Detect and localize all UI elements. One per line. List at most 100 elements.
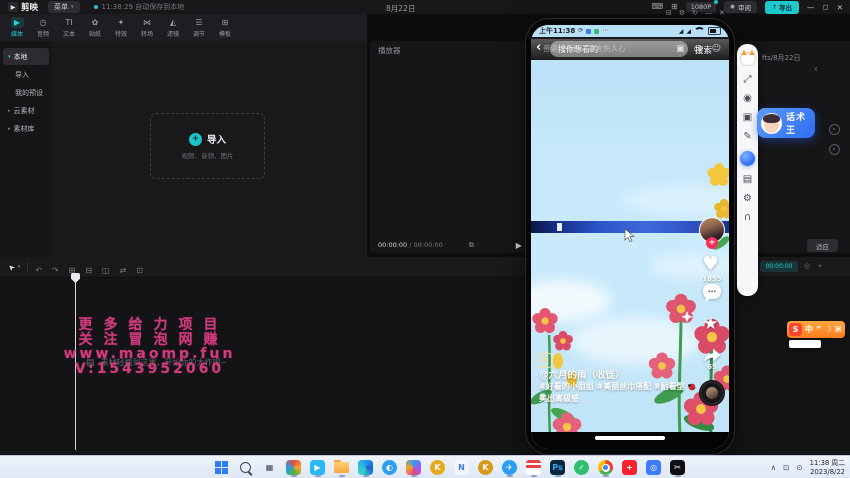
support-icon[interactable]: ∩ <box>744 213 751 223</box>
ime-toolbar[interactable]: S 中”☽⌘ <box>787 321 845 338</box>
like-icon[interactable]: ♥ <box>702 253 719 275</box>
edge-browser[interactable] <box>357 458 374 477</box>
pinwheel-app[interactable] <box>285 458 302 477</box>
timeline-tool-icon-6[interactable]: ⊡ <box>136 266 143 275</box>
maximize-button[interactable]: ▢ <box>823 3 829 11</box>
key-tool-2[interactable]: K <box>477 458 494 477</box>
assistant-button[interactable]: 话术王 <box>757 108 815 138</box>
close-button[interactable]: ✕ <box>837 3 843 12</box>
taskbar-clock[interactable]: 11:38 周二 2023/8/22 <box>810 459 845 476</box>
timeline-option-icon[interactable]: ◎ <box>804 262 810 270</box>
ribbon-tab-转场[interactable]: ⋈转场 <box>134 17 160 38</box>
follow-button[interactable]: + <box>706 237 718 249</box>
timeline-tool-icon-5[interactable]: ⇄ <box>120 266 127 275</box>
ribbon-tab-调节[interactable]: ☰调节 <box>186 17 212 38</box>
ime-icon-2[interactable]: ☽ <box>824 325 831 334</box>
dialog-circle-icon-2[interactable] <box>829 144 840 155</box>
ime-logo-icon[interactable]: S <box>789 323 802 336</box>
sidebar-item-我的预设[interactable]: 我的预设 <box>3 84 49 101</box>
music-disc[interactable] <box>699 380 725 406</box>
ribbon-tab-滤镜[interactable]: ◭滤镜 <box>160 17 186 38</box>
stripe-app[interactable] <box>525 458 542 477</box>
ribbon-tab-特效[interactable]: ✦特效 <box>108 17 134 38</box>
comment-icon[interactable]: ⋯ <box>703 284 721 299</box>
video-app[interactable]: ▶ <box>309 458 326 477</box>
running-indicator <box>339 475 345 477</box>
sidebar-item-本地[interactable]: ▾本地 <box>3 48 49 65</box>
tray-misc-icon[interactable]: ⊙ <box>796 463 802 472</box>
timeline-tool-icon-3[interactable]: ⊟ <box>85 266 92 275</box>
key-tool-1[interactable]: K <box>429 458 446 477</box>
record-icon[interactable]: ▣ <box>743 113 752 123</box>
ratio-icon[interactable]: ⧉ <box>469 241 474 250</box>
menu-button[interactable]: 菜单 ▾ <box>48 1 80 13</box>
blue-doc-app[interactable]: ◎ <box>645 458 662 477</box>
share-icon[interactable] <box>702 347 722 364</box>
timeline-option-icon-2[interactable]: ⌖ <box>818 262 822 271</box>
timeline-tool-icon-4[interactable]: ◫ <box>102 266 110 275</box>
dialog-circle-icon[interactable] <box>829 124 840 135</box>
settings-icon[interactable]: ⚙ <box>743 194 752 204</box>
screenshot-icon[interactable]: ◉ <box>743 94 752 104</box>
timeline-tool-icon-1[interactable]: ↷ <box>52 266 59 275</box>
sidebar-item-云素材[interactable]: ▸云素材 <box>3 102 49 119</box>
play-button[interactable]: ▶ <box>516 241 522 250</box>
select-tool-caret-icon[interactable]: ▾ <box>18 264 21 270</box>
favorite-icon[interactable]: ★ <box>703 314 718 334</box>
tab-label: 调节 <box>193 29 205 38</box>
home-indicator[interactable] <box>595 436 665 440</box>
n-app[interactable]: N <box>453 458 470 477</box>
red-plus-app[interactable]: + <box>621 458 638 477</box>
green-app[interactable]: ✓ <box>573 458 590 477</box>
ribbon-tab-音频[interactable]: ◷音频 <box>30 17 56 38</box>
import-dropzone[interactable]: + 导入 视频、音频、图片 <box>150 113 265 179</box>
red-plus-app-icon: + <box>622 460 637 475</box>
sidebar-item-导入[interactable]: 导入 <box>3 66 49 83</box>
timeline-tool-icon-0[interactable]: ↶ <box>35 266 42 275</box>
fullscreen-icon[interactable]: ⤢ <box>744 75 752 85</box>
chat-app[interactable]: ✈ <box>501 458 518 477</box>
minimize-button[interactable]: — <box>807 3 815 12</box>
search-button[interactable] <box>237 458 254 477</box>
ribbon-tab-文本[interactable]: TI文本 <box>56 17 82 38</box>
task-view-button[interactable]: ▦ <box>261 458 278 477</box>
ime-icon-0[interactable]: 中 <box>805 324 813 335</box>
ime-icon-1[interactable]: ” <box>816 325 821 334</box>
n-app-icon: N <box>454 460 469 475</box>
export-button[interactable]: ↑ 导出 <box>765 1 799 14</box>
photoshop[interactable]: Ps <box>549 458 566 477</box>
file-explorer[interactable] <box>333 458 350 477</box>
blue-doc-app-icon: ◎ <box>646 460 661 475</box>
ribbon-tab-模板[interactable]: ⊞模板 <box>212 17 238 38</box>
video-username[interactable]: @六月的雨（收徒） <box>539 367 625 381</box>
start-button[interactable] <box>213 458 230 477</box>
jianying-app[interactable]: ✂ <box>669 458 686 477</box>
tray-device-icon[interactable]: ⊡ <box>783 463 789 472</box>
select-tool-icon[interactable]: ➤ <box>6 261 17 272</box>
sidebar-arrow-icon: ▸ <box>8 126 11 132</box>
autosave-status: 11:38:29 自动保存到本地 <box>94 2 185 12</box>
sidebar-item-素材库[interactable]: ▸素材库 <box>3 120 49 137</box>
blue-swirl-app[interactable]: ◐ <box>381 458 398 477</box>
running-indicator <box>531 475 537 477</box>
fit-mode-button[interactable]: 适应 <box>807 239 838 252</box>
draw-icon[interactable]: ✎ <box>743 132 751 142</box>
mirror-cast-icon[interactable]: ⊟ <box>666 9 672 17</box>
review-button[interactable]: ◉ 审阅 <box>724 1 757 13</box>
assistant-ball-icon[interactable] <box>740 151 755 166</box>
mirror-minimize-icon[interactable]: — <box>705 9 712 17</box>
mirror-settings-icon[interactable]: ⚙ <box>679 9 685 17</box>
mirror-close-icon[interactable]: ✕ <box>719 9 725 17</box>
shortcut-keyboard-icon[interactable]: ⌨ <box>651 3 663 11</box>
ribbon-tab-媒体[interactable]: ▶媒体 <box>4 17 30 38</box>
collapse-chevron-icon[interactable]: ‹ <box>814 64 818 75</box>
ribbon-tab-贴纸[interactable]: ✿贴纸 <box>82 17 108 38</box>
mirror-rotate-icon[interactable]: ↻ <box>692 9 698 17</box>
hidden-icons-chevron[interactable]: ∧ <box>771 463 777 472</box>
device-icon[interactable]: ▤ <box>743 175 752 185</box>
chrome-browser[interactable] <box>597 458 614 477</box>
ime-icon-3[interactable]: ⌘ <box>834 325 841 334</box>
pet-logo-icon[interactable] <box>740 52 756 66</box>
phone-screen[interactable]: 上午11:38 ⟳ ⋯ ◢ ◢ ‹ 搜你想看的 搜索 + ♥ 1855 ⋯ ★ <box>531 25 729 449</box>
hexagon-app[interactable] <box>405 458 422 477</box>
